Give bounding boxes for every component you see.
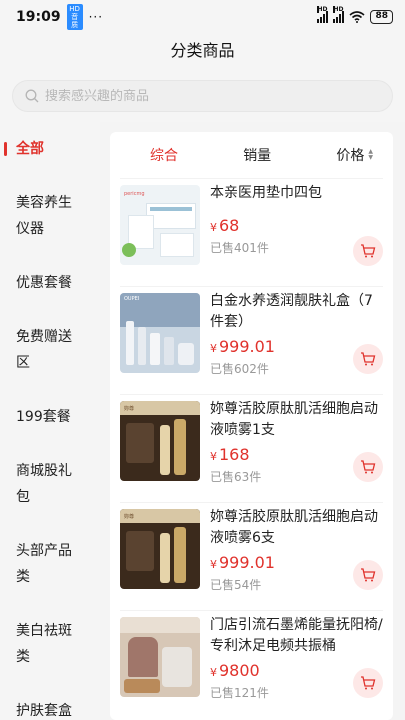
search-box[interactable] (12, 80, 393, 112)
product-image-skincare-gift-box: OUPEI (120, 293, 200, 373)
category-whitening[interactable]: 美白祛斑类 (0, 618, 88, 670)
sort-comprehensive[interactable]: 综合 (150, 145, 178, 165)
product-item[interactable]: 妳尊 妳尊活胶原肽肌活细胞启动液喷雾1支 ¥168 已售63件 (120, 394, 383, 502)
category-sidebar: 全部 美容养生仪器 优惠套餐 免费赠送区 199套餐 商城股礼包 头部产品类 美… (0, 122, 100, 720)
page-title: 分类商品 (0, 34, 405, 70)
add-to-cart-button[interactable] (353, 452, 383, 482)
category-skincare-sets[interactable]: 护肤套盒 (0, 698, 100, 720)
cart-icon (361, 568, 376, 582)
cart-icon (361, 460, 376, 474)
search-icon (25, 89, 39, 103)
sort-arrows-icon: ▲ ▼ (368, 148, 373, 161)
add-to-cart-button[interactable] (353, 236, 383, 266)
search-bar (0, 70, 405, 122)
add-to-cart-button[interactable] (353, 560, 383, 590)
more-notifications-icon: ··· (88, 10, 104, 24)
sort-price[interactable]: 价格 ▲ ▼ (336, 145, 373, 165)
product-image-spray-1: 妳尊 (120, 401, 200, 481)
product-image-spray-6: 妳尊 (120, 509, 200, 589)
signal-2-icon: HD (333, 6, 345, 23)
signal-icon: HD (317, 6, 329, 23)
product-panel: 综合 销量 价格 ▲ ▼ pericmg 本亲医用垫巾四包 ¥ 68 已售401… (110, 132, 393, 720)
category-free-gifts[interactable]: 免费赠送区 (0, 324, 88, 376)
cart-icon (361, 244, 376, 258)
category-discount-packages[interactable]: 优惠套餐 (0, 270, 100, 296)
product-image-pads: pericmg (120, 185, 200, 265)
product-name: 白金水养透润靓肤礼盒（7件套） (210, 293, 373, 330)
cart-icon (361, 676, 376, 690)
hd-audio-badge: HD 音质 (66, 4, 83, 30)
content-area: 全部 美容养生仪器 优惠套餐 免费赠送区 199套餐 商城股礼包 头部产品类 美… (0, 122, 405, 720)
add-to-cart-button[interactable] (353, 344, 383, 374)
product-price: ¥68 (210, 216, 240, 235)
product-item[interactable]: 妳尊 妳尊活胶原肽肌活细胞启动液喷雾6支 ¥999.01 已售54件 (120, 502, 383, 610)
product-image-energy-chair (120, 617, 200, 697)
product-item[interactable]: OUPEI 白金水养透润靓肤礼盒（7件套） ¥999.01 已售602件 (120, 286, 383, 394)
sort-price-label: 价格 (336, 148, 365, 164)
sort-sales[interactable]: 销量 (243, 145, 271, 165)
product-name: 妳尊活胶原肽肌活细胞启动液喷雾1支 (210, 401, 378, 438)
add-to-cart-button[interactable] (353, 668, 383, 698)
status-time: 19:09 (16, 9, 61, 25)
product-name: 门店引流石墨烯能量抚阳椅/专利沐足电频共振桶 (210, 617, 383, 654)
product-item[interactable]: 门店引流石墨烯能量抚阳椅/专利沐足电频共振桶 ¥9800 已售121件 (120, 610, 383, 718)
product-name: 妳尊活胶原肽肌活细胞启动液喷雾6支 (210, 509, 378, 546)
product-area: 综合 销量 价格 ▲ ▼ pericmg 本亲医用垫巾四包 ¥ 68 已售401… (100, 122, 405, 720)
cart-icon (361, 352, 376, 366)
wifi-icon (349, 11, 365, 23)
category-mall-share-gifts[interactable]: 商城股礼包 (0, 458, 88, 510)
status-bar: 19:09 HD 音质 ··· HD HD 88 (0, 0, 405, 34)
sort-bar: 综合 销量 价格 ▲ ▼ (120, 132, 383, 178)
category-top-products[interactable]: 头部产品类 (0, 538, 88, 590)
category-all[interactable]: 全部 (0, 136, 100, 162)
search-input[interactable] (45, 88, 345, 104)
battery-indicator: 88 (370, 10, 393, 24)
category-199-packages[interactable]: 199套餐 (0, 404, 100, 430)
category-beauty-devices[interactable]: 美容养生仪器 (0, 190, 88, 242)
product-name: 本亲医用垫巾四包 (210, 185, 322, 201)
product-item[interactable]: pericmg 本亲医用垫巾四包 ¥68 已售401件 (120, 178, 383, 286)
